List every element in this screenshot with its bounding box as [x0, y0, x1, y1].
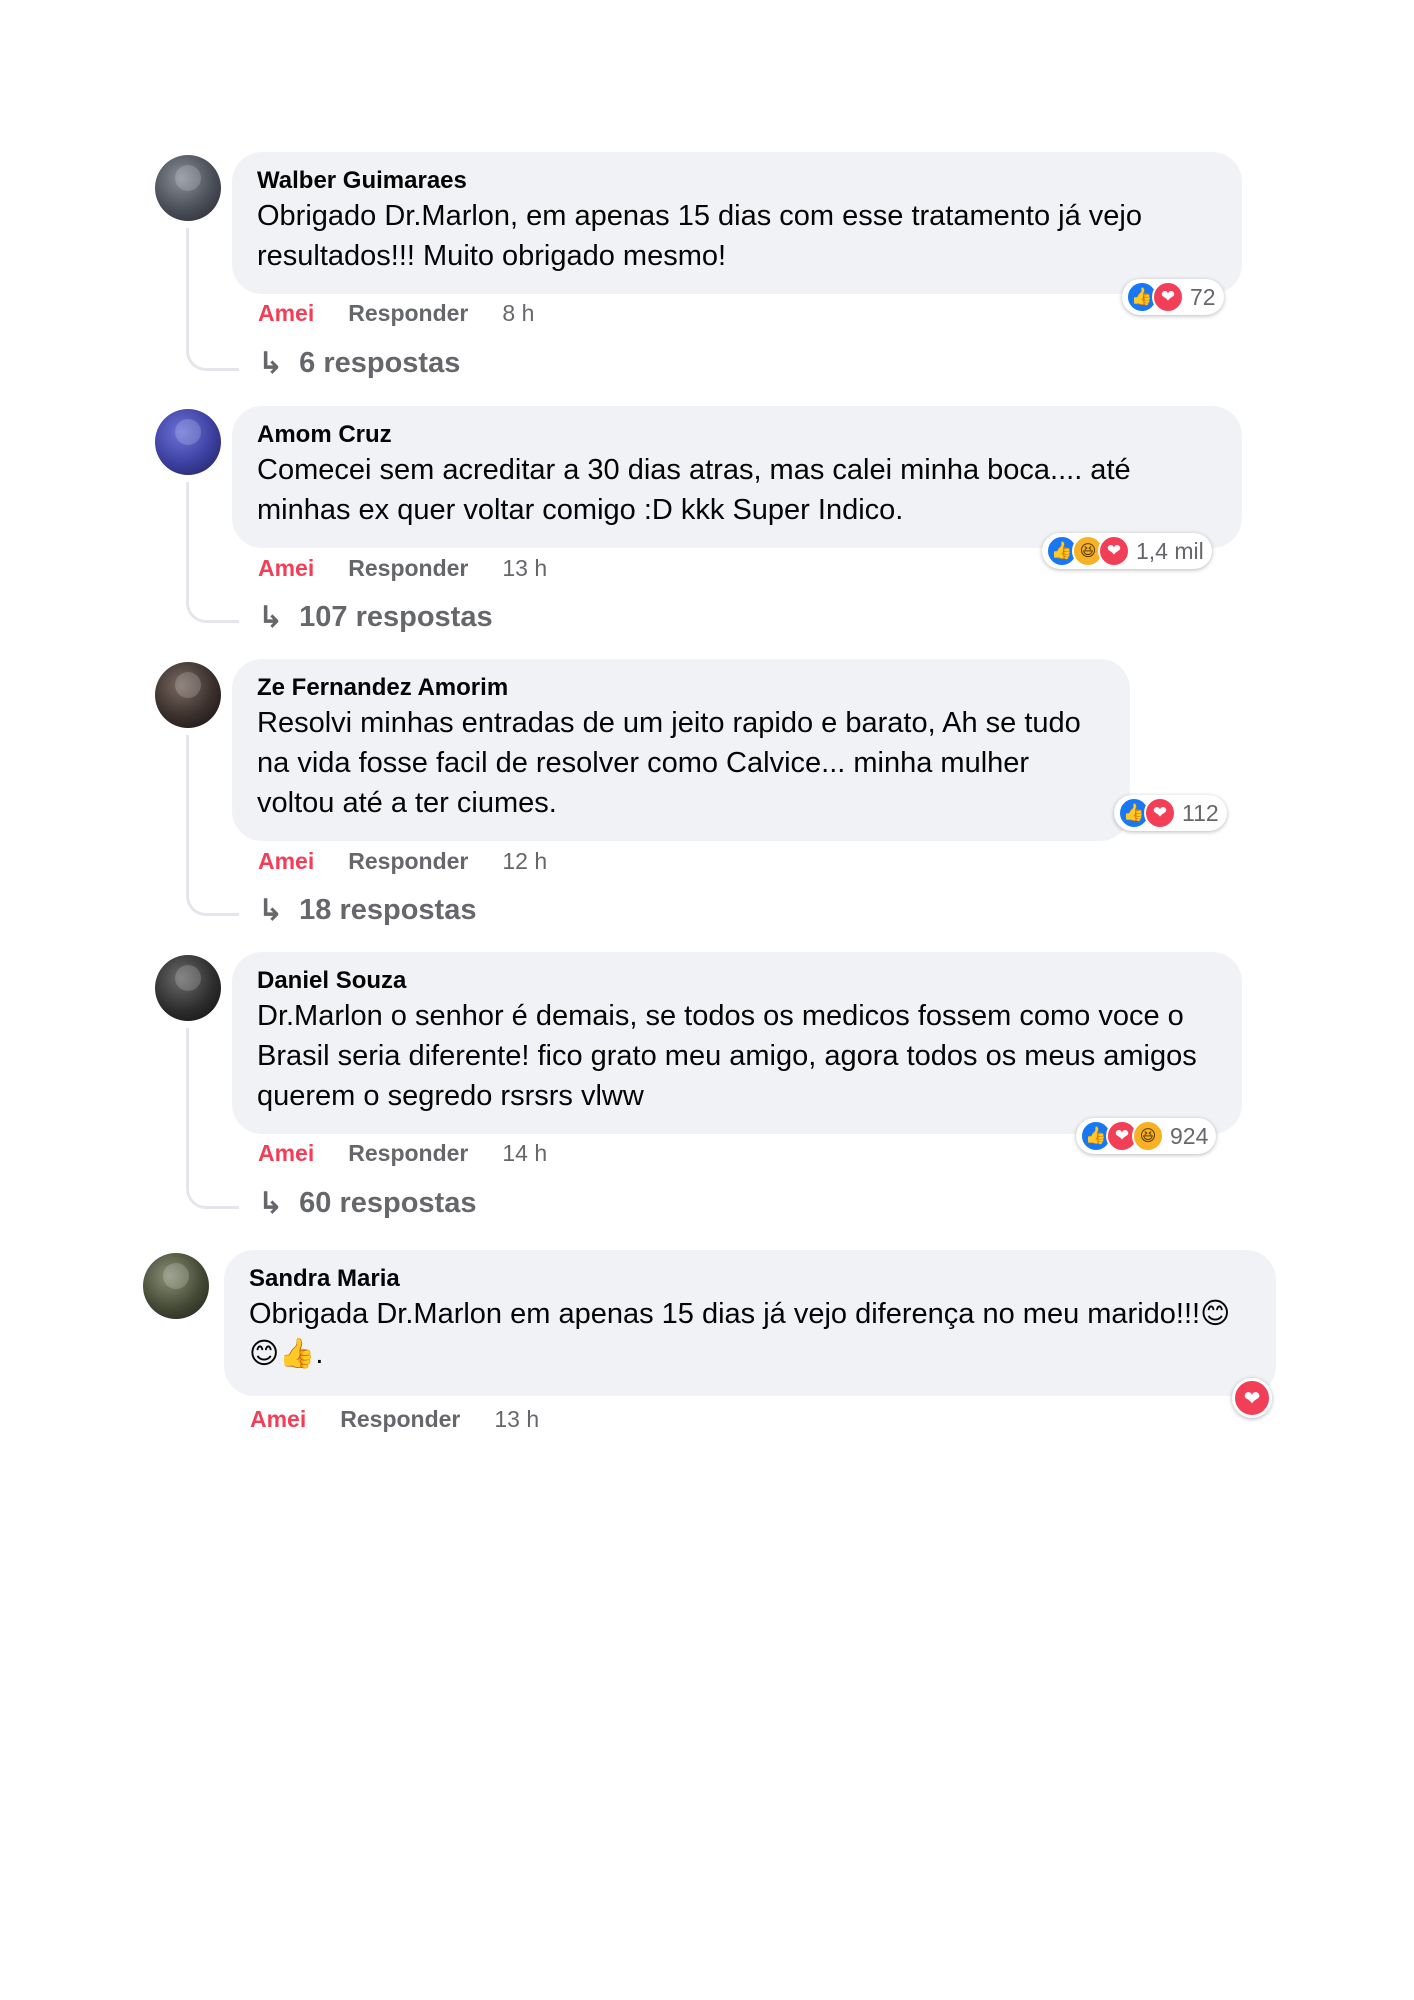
avatar[interactable]	[143, 1253, 209, 1319]
avatar[interactable]	[155, 155, 221, 221]
comment-actions: Amei Responder 13 h	[258, 555, 547, 582]
avatar[interactable]	[155, 409, 221, 475]
amei-button[interactable]: Amei	[258, 848, 314, 875]
reactions-summary[interactable]: 👍 😆 ❤ 1,4 mil	[1042, 533, 1212, 569]
commenter-name[interactable]: Walber Guimaraes	[257, 166, 1217, 196]
reply-arrow-icon: ↳	[258, 1187, 284, 1220]
commenter-name[interactable]: Ze Fernandez Amorim	[257, 673, 1105, 703]
comment-time[interactable]: 14 h	[502, 1140, 547, 1167]
comment-text: Obrigado Dr.Marlon, em apenas 15 dias co…	[257, 200, 1142, 272]
reactions-summary[interactable]: 👍 ❤ 😆 924	[1076, 1118, 1217, 1154]
comment-actions: Amei Responder 14 h	[258, 1140, 547, 1167]
comment-bubble: Walber Guimaraes Obrigado Dr.Marlon, em …	[232, 152, 1242, 294]
reaction-count: 1,4 mil	[1136, 537, 1204, 564]
comment-text: Dr.Marlon o senhor é demais, se todos os…	[257, 1000, 1197, 1112]
replies-count: 60 respostas	[299, 1187, 477, 1219]
comment-time[interactable]: 13 h	[502, 555, 547, 582]
replies-count: 18 respostas	[299, 894, 477, 926]
reply-button[interactable]: Responder	[348, 1140, 468, 1167]
comment-text: Resolvi minhas entradas de um jeito rapi…	[257, 707, 1081, 819]
laughing-face-icon: 😆	[1132, 1120, 1164, 1152]
reply-button[interactable]: Responder	[348, 300, 468, 327]
view-replies-link[interactable]: ↳ 60 respostas	[258, 1186, 476, 1221]
commenter-name[interactable]: Daniel Souza	[257, 966, 1217, 996]
comment-time[interactable]: 8 h	[502, 300, 534, 327]
replies-count: 107 respostas	[299, 601, 493, 633]
reply-button[interactable]: Responder	[348, 848, 468, 875]
reply-arrow-icon: ↳	[258, 894, 284, 927]
comment-bubble: Daniel Souza Dr.Marlon o senhor é demais…	[232, 952, 1242, 1134]
reply-button[interactable]: Responder	[340, 1406, 460, 1433]
comment-text: Obrigada Dr.Marlon em apenas 15 dias já …	[249, 1298, 1231, 1370]
avatar[interactable]	[155, 955, 221, 1021]
view-replies-link[interactable]: ↳ 18 respostas	[258, 893, 476, 928]
reaction-count: 924	[1170, 1122, 1209, 1149]
reaction-count: 72	[1190, 283, 1216, 310]
view-replies-link[interactable]: ↳ 107 respostas	[258, 600, 493, 635]
comment-actions: Amei Responder 13 h	[250, 1406, 539, 1433]
reply-button[interactable]: Responder	[348, 555, 468, 582]
reaction-count: 112	[1182, 799, 1219, 826]
commenter-name[interactable]: Sandra Maria	[249, 1264, 1251, 1294]
amei-button[interactable]: Amei	[258, 1140, 314, 1167]
comment-actions: Amei Responder 12 h	[258, 848, 547, 875]
heart-icon: ❤	[1098, 535, 1130, 567]
comment-bubble: Sandra Maria Obrigada Dr.Marlon em apena…	[224, 1250, 1276, 1396]
reply-arrow-icon: ↳	[258, 601, 284, 634]
amei-button[interactable]: Amei	[258, 300, 314, 327]
amei-button[interactable]: Amei	[250, 1406, 306, 1433]
view-replies-link[interactable]: ↳ 6 respostas	[258, 346, 460, 381]
amei-button[interactable]: Amei	[258, 555, 314, 582]
comment-bubble: Ze Fernandez Amorim Resolvi minhas entra…	[232, 659, 1130, 841]
reactions-summary[interactable]: 👍 ❤ 112	[1114, 795, 1227, 831]
heart-icon[interactable]: ❤	[1232, 1378, 1272, 1418]
comment-bubble: Amom Cruz Comecei sem acreditar a 30 dia…	[232, 406, 1242, 548]
comment-time[interactable]: 12 h	[502, 848, 547, 875]
comment-time[interactable]: 13 h	[494, 1406, 539, 1433]
reactions-summary[interactable]: 👍 ❤ 72	[1122, 279, 1224, 315]
comment-actions: Amei Responder 8 h	[258, 300, 534, 327]
comment-text: Comecei sem acreditar a 30 dias atras, m…	[257, 454, 1131, 526]
reply-arrow-icon: ↳	[258, 347, 284, 380]
heart-icon: ❤	[1144, 797, 1176, 829]
heart-icon: ❤	[1152, 281, 1184, 313]
replies-count: 6 respostas	[299, 347, 461, 379]
commenter-name[interactable]: Amom Cruz	[257, 420, 1217, 450]
avatar[interactable]	[155, 662, 221, 728]
